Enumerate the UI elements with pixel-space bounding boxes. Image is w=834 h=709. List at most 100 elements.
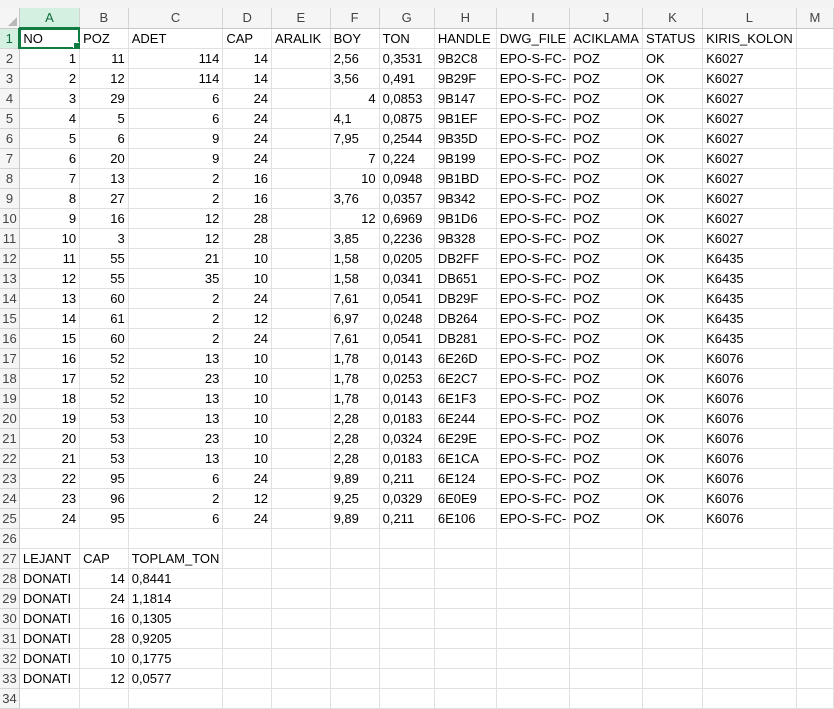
row-header-2[interactable]: 2 [0,48,20,69]
cell-h22[interactable]: 6E1CA [434,448,497,469]
cell-f20[interactable]: 2,28 [330,408,380,429]
cell-f34[interactable] [330,688,380,709]
cell-j32[interactable] [569,648,643,669]
cell-e7[interactable] [271,148,331,169]
row-header-4[interactable]: 4 [0,88,20,109]
cell-c10[interactable]: 12 [128,208,224,229]
cell-i14[interactable]: EPO-S-FC- [496,288,571,309]
cell-b21[interactable]: 53 [79,428,129,449]
cell-i13[interactable]: EPO-S-FC- [496,268,571,289]
cell-l13[interactable]: K6435 [702,268,797,289]
cell-i27[interactable] [496,548,571,569]
cell-f5[interactable]: 4,1 [330,108,380,129]
cell-e19[interactable] [271,388,331,409]
cell-k29[interactable] [642,588,704,609]
cell-a5[interactable]: 4 [19,108,81,129]
cell-h31[interactable] [434,628,497,649]
row-header-19[interactable]: 19 [0,388,20,409]
cell-i23[interactable]: EPO-S-FC- [496,468,571,489]
cell-d18[interactable]: 10 [222,368,273,389]
cell-c14[interactable]: 2 [128,288,224,309]
cell-i10[interactable]: EPO-S-FC- [496,208,571,229]
cell-c27[interactable]: TOPLAM_TON [128,548,224,569]
cell-a10[interactable]: 9 [19,208,81,229]
cell-j34[interactable] [569,688,643,709]
cell-g26[interactable] [379,528,435,549]
cell-g2[interactable]: 0,3531 [379,48,435,69]
cell-d12[interactable]: 10 [222,248,273,269]
cell-l5[interactable]: K6027 [702,108,797,129]
cell-f11[interactable]: 3,85 [330,228,380,249]
row-header-10[interactable]: 10 [0,208,20,229]
cell-b15[interactable]: 61 [79,308,129,329]
cell-b27[interactable]: CAP [79,548,129,569]
cell-h5[interactable]: 9B1EF [434,108,497,129]
cell-j23[interactable]: POZ [569,468,643,489]
cell-i20[interactable]: EPO-S-FC- [496,408,571,429]
cell-e5[interactable] [271,108,331,129]
cell-h3[interactable]: 9B29F [434,68,497,89]
cell-e9[interactable] [271,188,331,209]
cell-k12[interactable]: OK [642,248,704,269]
cell-l29[interactable] [702,588,797,609]
cell-d34[interactable] [222,688,273,709]
cell-b24[interactable]: 96 [79,488,129,509]
cell-h28[interactable] [434,568,497,589]
row-header-29[interactable]: 29 [0,588,20,609]
cell-a16[interactable]: 15 [19,328,81,349]
cell-k2[interactable]: OK [642,48,704,69]
select-all-corner[interactable] [0,8,20,29]
cell-a4[interactable]: 3 [19,88,81,109]
cell-g21[interactable]: 0,0324 [379,428,435,449]
cell-l23[interactable]: K6076 [702,468,797,489]
column-header-j[interactable]: J [569,8,643,29]
cell-b20[interactable]: 53 [79,408,129,429]
row-header-11[interactable]: 11 [0,228,20,249]
cell-k34[interactable] [642,688,704,709]
cell-l20[interactable]: K6076 [702,408,797,429]
cell-m8[interactable] [796,168,834,189]
cell-a25[interactable]: 24 [19,508,81,529]
cell-f30[interactable] [330,608,380,629]
cell-b29[interactable]: 24 [79,588,129,609]
cell-e15[interactable] [271,308,331,329]
cell-m33[interactable] [796,668,834,689]
cell-a19[interactable]: 18 [19,388,81,409]
cell-d31[interactable] [222,628,273,649]
row-header-25[interactable]: 25 [0,508,20,529]
cell-a17[interactable]: 16 [19,348,81,369]
cell-d20[interactable]: 10 [222,408,273,429]
cell-j19[interactable]: POZ [569,388,643,409]
cell-g34[interactable] [379,688,435,709]
cell-g1[interactable]: TON [379,28,435,49]
cell-h27[interactable] [434,548,497,569]
cell-m27[interactable] [796,548,834,569]
cell-f10[interactable]: 12 [330,208,380,229]
cell-f24[interactable]: 9,25 [330,488,380,509]
cell-d33[interactable] [222,668,273,689]
cell-f22[interactable]: 2,28 [330,448,380,469]
cell-m26[interactable] [796,528,834,549]
cell-h4[interactable]: 9B147 [434,88,497,109]
cell-c7[interactable]: 9 [128,148,224,169]
cell-c5[interactable]: 6 [128,108,224,129]
cell-g12[interactable]: 0,0205 [379,248,435,269]
cell-g24[interactable]: 0,0329 [379,488,435,509]
cell-d8[interactable]: 16 [222,168,273,189]
column-header-k[interactable]: K [642,8,704,29]
cell-d17[interactable]: 10 [222,348,273,369]
cell-c31[interactable]: 0,9205 [128,628,224,649]
cell-m28[interactable] [796,568,834,589]
cell-j24[interactable]: POZ [569,488,643,509]
cell-k1[interactable]: STATUS [642,28,704,49]
row-header-33[interactable]: 33 [0,668,20,689]
cell-e23[interactable] [271,468,331,489]
cell-a20[interactable]: 19 [19,408,81,429]
cell-m32[interactable] [796,648,834,669]
cell-i16[interactable]: EPO-S-FC- [496,328,571,349]
cell-i7[interactable]: EPO-S-FC- [496,148,571,169]
cell-b7[interactable]: 20 [79,148,129,169]
cell-e29[interactable] [271,588,331,609]
cell-f25[interactable]: 9,89 [330,508,380,529]
cell-k20[interactable]: OK [642,408,704,429]
